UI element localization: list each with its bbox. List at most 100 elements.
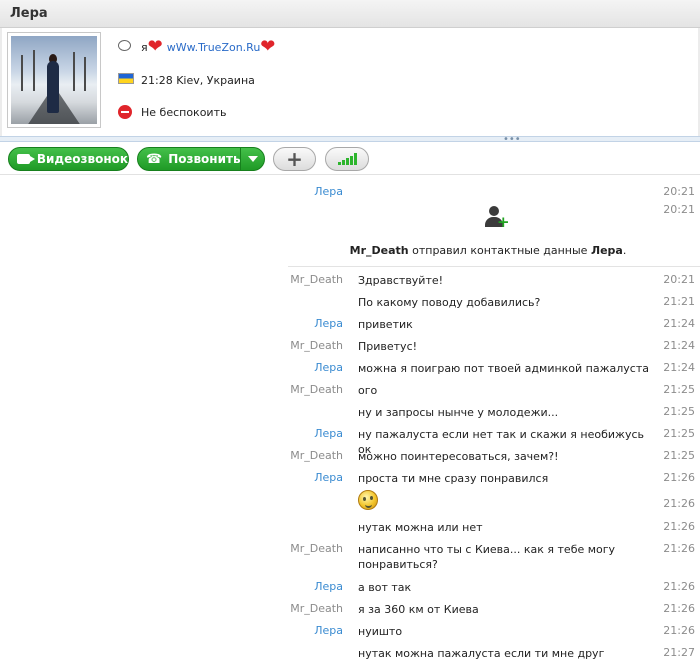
message-row: Mr_Death можно поинтересоваться, зачем?! 2…	[0, 446, 700, 468]
message-text: ну и запросы нынче у молодежи...	[358, 406, 559, 419]
message-row: Mr_Death написанно что ты с Киева... как …	[0, 539, 700, 571]
contact-share-verb: отправил контактные данные	[412, 244, 588, 257]
heart-icon: ❤	[260, 36, 276, 57]
message-text: нутак можна пажалуста если ти мне друг	[358, 647, 605, 660]
sender-name[interactable]: Лера	[314, 361, 343, 374]
message-row: нутак можна пажалуста если ти мне друг 21…	[0, 643, 700, 665]
mood-link[interactable]: wWw.TrueZon.Ru	[167, 41, 261, 54]
divider	[288, 266, 700, 267]
window-title: Лера	[10, 6, 48, 21]
message-time: 20:21	[663, 273, 695, 286]
call-quality-button[interactable]	[325, 147, 369, 171]
sender-name[interactable]: Лера	[314, 185, 343, 198]
message-row: ну и запросы нынче у молодежи... 21:25	[0, 402, 700, 424]
message-row: Mr_Death я за 360 км от Киева 21:26	[0, 599, 700, 621]
title-bar: Лера	[0, 0, 700, 28]
call-button[interactable]: ☎ Позвонить	[137, 147, 265, 171]
message-time: 21:26	[663, 520, 695, 533]
message-row: Mr_Death Здравствуйте! 20:21	[0, 270, 700, 292]
contact-sender[interactable]: Mr_Death	[350, 244, 409, 257]
contact-share-card: + Mr_Death отправил контактные данные Ле…	[288, 206, 688, 264]
location-row: 21:28 Kiev, Украина	[118, 73, 255, 87]
message-text: Здравствуйте!	[358, 274, 444, 287]
call-options-dropdown[interactable]	[240, 148, 264, 170]
message-row: Лера приветик 21:24	[0, 314, 700, 336]
message-time: 21:26	[663, 624, 695, 637]
profile-panel: я ❤ wWw.TrueZon.Ru ❤ 21:28 Kiev, Украина…	[0, 28, 700, 136]
sender-name[interactable]: Лера	[314, 427, 343, 440]
message-emoticon	[358, 490, 658, 514]
add-contact-icon[interactable]: +	[485, 206, 510, 230]
status-text: Не беспокоить	[141, 105, 227, 119]
sender-name[interactable]: Mr_Death	[290, 602, 343, 615]
sender-name[interactable]: Лера	[314, 580, 343, 593]
message-time: 21:24	[663, 361, 695, 374]
conversation-area[interactable]: Лера 20:21 20:21 + Mr_Death отправил кон…	[0, 176, 700, 666]
message-row: Mr_Death Приветус! 21:24	[0, 336, 700, 358]
sender-name[interactable]: Mr_Death	[290, 542, 343, 555]
message-time: 21:25	[663, 449, 695, 462]
message-row: По какому поводу добавились? 21:21	[0, 292, 700, 314]
message-time: 21:21	[663, 295, 695, 308]
message-time: 21:26	[663, 602, 695, 615]
status-row: Не беспокоить	[118, 105, 226, 119]
message-time: 21:25	[663, 405, 695, 418]
sender-name[interactable]: Лера	[314, 471, 343, 484]
sender-name[interactable]: Лера	[314, 317, 343, 330]
message-text: можно поинтересоваться, зачем?!	[358, 450, 559, 463]
message-text: можна я поиграю пот твоей админкой пажал…	[358, 362, 649, 375]
mood-bubble-icon	[118, 40, 134, 54]
sender-name[interactable]: Mr_Death	[290, 339, 343, 352]
message-text: нуишто	[358, 625, 403, 638]
video-call-button[interactable]: Видеозвонок	[8, 147, 129, 171]
message-row: Лера проста ти мне сразу понравился 21:26	[0, 468, 700, 490]
message-text: а вот так	[358, 581, 412, 594]
message-text: ого	[358, 384, 378, 397]
sender-name[interactable]: Mr_Death	[290, 383, 343, 396]
plus-icon: +	[286, 147, 303, 171]
message-time: 21:25	[663, 383, 695, 396]
sender-name[interactable]: Mr_Death	[290, 273, 343, 286]
sender-name[interactable]: Mr_Death	[290, 449, 343, 462]
message-text: нутак можна или нет	[358, 521, 483, 534]
mood-prefix: я	[141, 40, 148, 54]
video-call-label: Видеозвонок	[36, 152, 128, 166]
message-time: 21:26	[663, 542, 695, 555]
message-row: Лера ну пажалуста если нет так и скажи я …	[0, 424, 700, 456]
contact-share-text: Mr_Death отправил контактные данные Лера…	[349, 244, 627, 257]
phone-icon: ☎	[146, 151, 163, 167]
message-text: я за 360 км от Киева	[358, 603, 479, 616]
chevron-down-icon	[247, 156, 258, 162]
message-time: 21:26	[663, 471, 695, 484]
message-text: проста ти мне сразу понравился	[358, 472, 549, 485]
message-row: 21:26	[0, 490, 700, 512]
do-not-disturb-icon	[118, 105, 134, 119]
message-time: 21:27	[663, 646, 695, 659]
ukraine-flag-icon	[118, 73, 134, 87]
avatar[interactable]	[7, 32, 101, 128]
message-time: 21:26	[663, 497, 695, 510]
message-text: Приветус!	[358, 340, 418, 353]
message-row: Лера 20:21	[0, 182, 700, 204]
location-text: 21:28 Kiev, Украина	[141, 73, 255, 87]
add-button[interactable]: +	[273, 147, 316, 171]
shared-contact-name[interactable]: Лера	[591, 244, 623, 257]
message-row: Лера а вот так 21:26	[0, 577, 700, 599]
call-toolbar: Видеозвонок ☎ Позвонить +	[0, 142, 700, 175]
message-row: Mr_Death ого 21:25	[0, 380, 700, 402]
message-text: написанно что ты с Киева... как я тебе м…	[358, 543, 616, 571]
message-time: 21:24	[663, 339, 695, 352]
avatar-photo	[11, 36, 97, 124]
call-label: Позвонить	[168, 152, 241, 166]
message-time: 20:21	[663, 185, 695, 198]
video-camera-icon	[17, 154, 35, 164]
mood-message: я ❤ wWw.TrueZon.Ru ❤	[118, 36, 276, 57]
heart-icon: ❤	[147, 36, 163, 57]
message-text: По какому поводу добавились?	[358, 296, 541, 309]
message-text: приветик	[358, 318, 413, 331]
message-time: 21:26	[663, 580, 695, 593]
blush-smiley-icon	[358, 490, 378, 510]
sender-name[interactable]: Лера	[314, 624, 343, 637]
message-row: нутак можна или нет 21:26	[0, 517, 700, 539]
message-time: 21:25	[663, 427, 695, 440]
